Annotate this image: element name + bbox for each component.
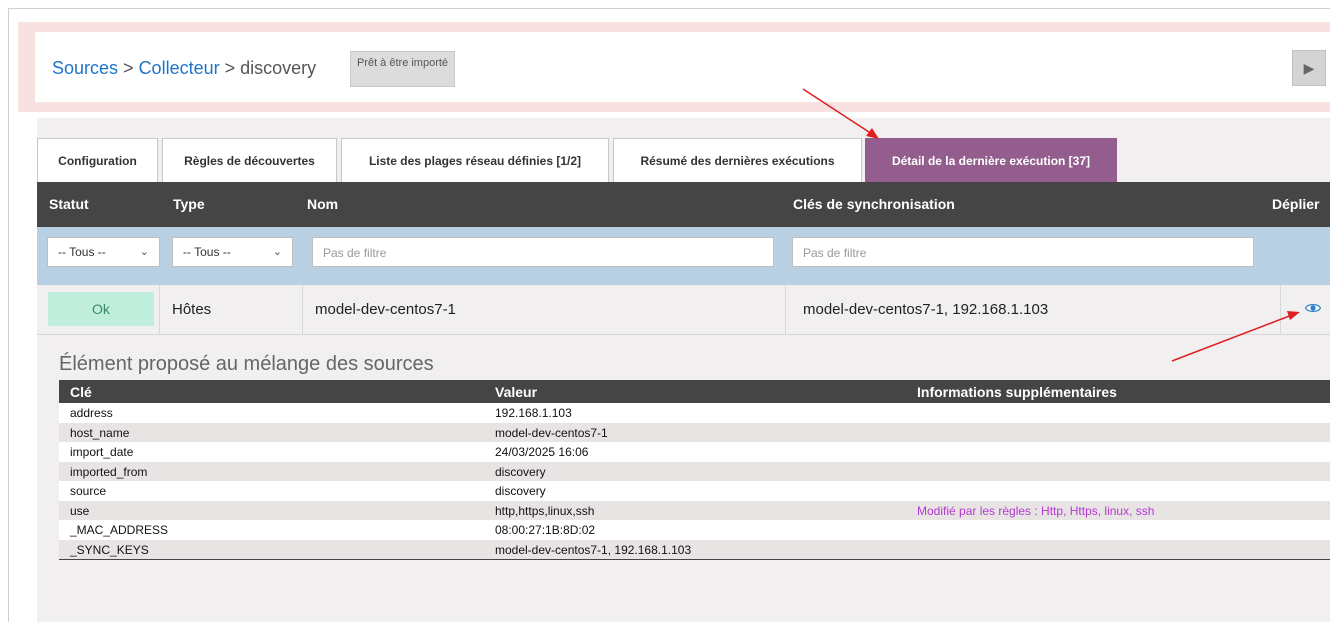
- key-cell: imported_from: [70, 464, 148, 479]
- breadcrumb-sources-link[interactable]: Sources: [52, 58, 118, 78]
- type-filter-select[interactable]: -- Tous -- ⌄: [172, 237, 293, 267]
- column-header-value: Valeur: [495, 384, 538, 400]
- table-row: import_date 24/03/2025 16:06: [59, 442, 1330, 462]
- key-cell: address: [70, 406, 113, 420]
- table-row: _SYNC_KEYS model-dev-centos7-1, 192.168.1…: [59, 539, 1330, 559]
- table-row: host_name model-dev-centos7-1: [59, 422, 1330, 442]
- value-cell: discovery: [495, 464, 546, 479]
- value-cell: 08:00:27:1B:8D:02: [495, 523, 596, 537]
- breadcrumb-separator: >: [219, 58, 241, 78]
- sync-keys-cell: model-dev-centos7-1, 192.168.1.103: [786, 285, 1281, 334]
- value-cell: model-dev-centos7-1: [495, 425, 608, 440]
- status-badge: Prêt à être importé: [350, 51, 455, 87]
- run-button[interactable]: ▶: [1292, 50, 1326, 86]
- table-row: address 192.168.1.103: [59, 403, 1330, 423]
- filter-row: -- Tous -- ⌄ -- Tous -- ⌄ Pas de filtre Pa…: [37, 227, 1330, 285]
- name-cell: model-dev-centos7-1: [303, 285, 786, 334]
- proposal-table-header: Clé Valeur Informations supplémentaires: [59, 380, 1330, 403]
- status-filter-value: -- Tous --: [58, 245, 106, 259]
- breadcrumb: Sources > Collecteur > discovery: [52, 58, 316, 79]
- column-header-status[interactable]: Statut: [49, 196, 89, 212]
- key-cell: source: [70, 484, 107, 498]
- value-cell: model-dev-centos7-1, 192.168.1.103: [495, 542, 692, 557]
- sync-keys-filter-input[interactable]: Pas de filtre: [792, 237, 1254, 267]
- table-row: _MAC_ADDRESS 08:00:27:1B:8D:02: [59, 520, 1330, 540]
- status-cell: Ok: [37, 285, 160, 334]
- chevron-down-icon: ⌄: [139, 246, 149, 258]
- name-filter-input[interactable]: Pas de filtre: [312, 237, 774, 267]
- table-row: use http,https,linux,ssh Modifié par les r…: [59, 500, 1330, 520]
- eye-icon[interactable]: [1305, 303, 1321, 313]
- proposal-table-body: address 192.168.1.103 host_name model-dev-…: [59, 403, 1330, 559]
- tab-execution-summary[interactable]: Résumé des dernières exécutions: [613, 138, 862, 182]
- value-cell: 24/03/2025 16:06: [495, 445, 589, 459]
- type-cell: Hôtes: [160, 285, 303, 334]
- proposal-table: Clé Valeur Informations supplémentaires …: [59, 380, 1330, 560]
- breadcrumb-current: discovery: [240, 58, 317, 78]
- tab-last-execution-detail[interactable]: Détail de la dernière exécution [37]: [865, 138, 1117, 182]
- proposal-title: Élément proposé au mélange des sources: [59, 353, 434, 375]
- value-cell: discovery: [495, 484, 546, 498]
- column-header-info: Informations supplémentaires: [917, 384, 1117, 400]
- table-row[interactable]: Ok Hôtes model-dev-centos7-1 model-dev-c…: [37, 285, 1330, 335]
- breadcrumb-separator: >: [118, 58, 139, 78]
- tab-configuration[interactable]: Configuration: [37, 138, 158, 182]
- status-filter-select[interactable]: -- Tous -- ⌄: [47, 237, 160, 267]
- column-header-expand: Déplier: [1272, 196, 1320, 212]
- key-cell: use: [70, 503, 90, 518]
- info-cell: Modifié par les règles : Http, Https, li…: [917, 503, 1155, 518]
- key-cell: host_name: [70, 425, 130, 440]
- table-bottom-border: [59, 559, 1330, 560]
- breadcrumb-collector-link[interactable]: Collecteur: [139, 58, 220, 78]
- key-cell: _SYNC_KEYS: [70, 542, 149, 557]
- table-header: Statut Type Nom Clés de synchronisation …: [37, 182, 1330, 227]
- key-cell: import_date: [70, 445, 134, 459]
- column-header-type[interactable]: Type: [173, 196, 205, 212]
- play-icon: ▶: [1303, 60, 1315, 76]
- type-filter-value: -- Tous --: [183, 245, 231, 259]
- table-row: imported_from discovery: [59, 461, 1330, 481]
- tab-discovery-rules[interactable]: Règles de découvertes: [162, 138, 337, 182]
- tab-network-ranges[interactable]: Liste des plages réseau définies [1/2]: [341, 138, 609, 182]
- value-cell: 192.168.1.103: [495, 406, 572, 420]
- value-cell: http,https,linux,ssh: [495, 503, 595, 518]
- chevron-down-icon: ⌄: [272, 246, 282, 258]
- key-cell: _MAC_ADDRESS: [70, 523, 169, 537]
- ok-status-badge: Ok: [48, 292, 154, 326]
- table-row: source discovery: [59, 481, 1330, 501]
- column-header-name[interactable]: Nom: [307, 196, 338, 212]
- column-header-key: Clé: [70, 384, 92, 400]
- column-header-sync-keys[interactable]: Clés de synchronisation: [793, 196, 955, 212]
